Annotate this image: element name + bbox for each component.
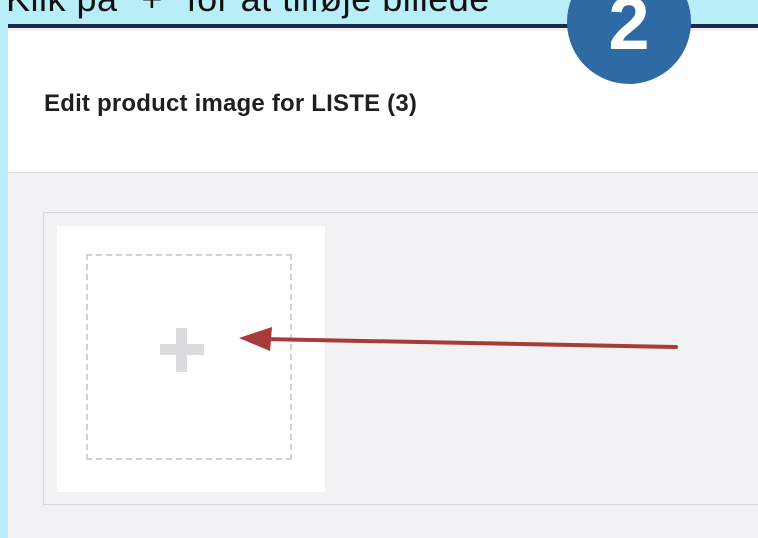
- arrow-left-icon: [239, 327, 678, 351]
